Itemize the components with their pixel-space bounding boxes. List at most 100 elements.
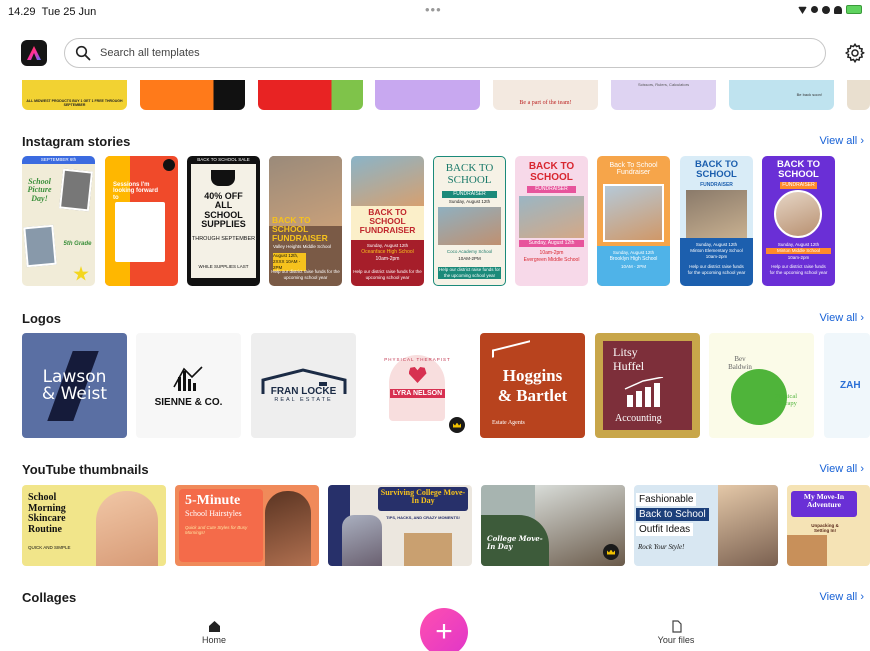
story-time: 10AM - 2PM — [620, 264, 646, 269]
tab-your-files[interactable]: Your files — [636, 620, 716, 645]
thumb-title: 5-Minute — [185, 493, 241, 508]
story-headline: 40% OFF ALL SCHOOL SUPPLIES — [201, 191, 246, 230]
status-time: 14.29 Tue 25 Jun — [8, 6, 97, 18]
logo-text: Huffel — [613, 359, 645, 373]
logo-template-card[interactable]: SIENNE & CO. — [136, 333, 241, 438]
file-icon — [671, 620, 682, 633]
story-template-card[interactable]: BACK TO SCHOOL FUNDRAISER Sunday, August… — [762, 156, 835, 286]
youtube-template-card[interactable]: School Morning Skincare Routine QUICK AN… — [22, 485, 166, 566]
view-all-logos[interactable]: View all › — [820, 312, 864, 324]
thumb-title: School Hairstyles — [185, 509, 242, 518]
youtube-template-card[interactable]: 5-Minute School Hairstyles Quick and Cut… — [175, 485, 319, 566]
story-template-card[interactable]: BACK TO SCHOOL FUNDRAISER Sunday, August… — [680, 156, 753, 286]
growth-chart-icon — [624, 377, 664, 407]
strip-caption: Be a part of the team! — [519, 100, 572, 106]
thumb-title: School Morning Skincare Routine — [28, 492, 66, 535]
app-logo-icon — [27, 46, 41, 60]
story-template-card[interactable]: SEPTEMBER 6th School Picture Day! 5th Gr… — [22, 156, 95, 286]
story-template-card[interactable]: BACK TO SCHOOL FUNDRAISER Sunday, August… — [433, 156, 506, 286]
youtube-template-card[interactable]: My Move-In Adventure Unpacking & Setting… — [787, 485, 870, 566]
section-title-collages: Collages — [22, 590, 77, 605]
logo-template-card[interactable]: FRAN LOCKE REAL ESTATE — [251, 333, 356, 438]
multitask-dots[interactable]: ••• — [425, 2, 442, 17]
thumb-subtitle: Rock Your Style! — [638, 543, 685, 551]
story-time: 10am-2pm — [705, 254, 728, 259]
story-template-card[interactable]: BACK TO SCHOOL FUNDRAISER Valley Heights… — [269, 156, 342, 286]
logo-text: ZAH — [840, 380, 861, 391]
logo-template-card[interactable]: Bev Baldwin Physical Therapy — [709, 333, 814, 438]
logo-template-card[interactable]: Lawson & Weist — [22, 333, 127, 438]
story-subline: FUNDRAISER — [527, 186, 576, 193]
strip-thumb[interactable] — [375, 80, 480, 110]
story-school: Evergreen Middle School — [523, 257, 580, 263]
strip-thumb[interactable]: Be back soon! — [729, 80, 834, 110]
view-all-youtube[interactable]: View all › — [820, 463, 864, 475]
create-button[interactable]: + — [420, 608, 468, 651]
story-date: Sunday, August 12th — [519, 240, 584, 247]
location-icon — [811, 6, 818, 13]
thumb-title: My Move-In Adventure — [803, 492, 845, 509]
story-headline: Sessions I'm looking forward to — [113, 182, 158, 201]
app-logo[interactable] — [21, 40, 47, 66]
search-bar[interactable] — [64, 38, 826, 68]
logo-subtext: REAL ESTATE — [274, 397, 333, 403]
thumb-subtitle: Quick and Cute Styles for Busy Mornings! — [185, 525, 248, 535]
section-title-logos: Logos — [22, 311, 61, 326]
strip-thumb[interactable] — [847, 80, 870, 110]
story-headline: BACK TO SCHOOL — [445, 162, 494, 186]
logo-template-card[interactable]: Litsy Huffel Accounting — [595, 333, 700, 438]
story-footer: Help our district raise funds for the up… — [271, 269, 340, 280]
story-school: Minton Elementary School — [690, 248, 743, 253]
settings-gear-icon[interactable] — [844, 42, 866, 64]
headphones-icon — [834, 5, 842, 14]
logo-template-card[interactable]: PHYSICAL THERAPIST LYRA NELSON — [365, 333, 470, 438]
youtube-template-card[interactable]: Fashionable Back to School Outfit Ideas … — [634, 485, 778, 566]
story-headline: BACK TO SCHOOL FUNDRAISER — [272, 215, 328, 243]
thumb-line: Back to School — [636, 508, 709, 521]
logo-arc-text: PHYSICAL THERAPIST — [384, 357, 451, 362]
system-icons — [798, 5, 862, 14]
story-time: 10AM-2PM — [458, 256, 481, 261]
story-template-card[interactable]: BACK TO SCHOOL SALE 40% OFF ALL SCHOOL S… — [187, 156, 260, 286]
home-icon — [208, 621, 220, 632]
story-template-card[interactable]: BACK TO SCHOOL FUNDRAISER Sunday, August… — [515, 156, 588, 286]
logo-template-card[interactable]: ZAH — [824, 333, 870, 438]
premium-crown-icon — [449, 417, 465, 433]
story-date: Sunday, August 12th — [612, 250, 655, 255]
strip-thumb[interactable] — [258, 80, 363, 110]
wifi-icon — [798, 6, 807, 14]
story-school: Oceanface High School — [361, 249, 414, 255]
story-date: Sunday, August 12th — [448, 199, 491, 204]
strip-thumb[interactable]: ALL MIDWEST PRODUCTS BUY 1 GET 1 FREE TH… — [22, 80, 127, 110]
story-date: August 12th, 2XXX 10AM - 2PM — [273, 253, 306, 271]
strip-thumb[interactable]: Scissors, Rulers, Calculators — [611, 80, 716, 110]
plus-icon: + — [435, 615, 453, 648]
thumb-subtitle: Unpacking & Setting In! — [811, 523, 839, 533]
strip-caption: Be back soon! — [796, 92, 822, 97]
logo-subtext: Estate Agents — [492, 420, 525, 426]
tab-home-label: Home — [201, 635, 226, 645]
logo-subtext: Accounting — [615, 413, 662, 424]
logo-template-card[interactable]: Hoggins & Bartlet Estate Agents — [480, 333, 585, 438]
story-template-card[interactable]: Sessions I'm looking forward to — [105, 156, 178, 286]
story-template-card[interactable]: Back To School Fundraiser Sunday, August… — [597, 156, 670, 286]
bar-chart-icon — [172, 366, 203, 391]
strip-caption: ALL MIDWEST PRODUCTS BUY 1 GET 1 FREE TH… — [26, 99, 123, 107]
view-all-instagram[interactable]: View all › — [820, 135, 864, 147]
moon-icon — [822, 5, 830, 14]
story-time: 10am-2pm — [787, 255, 810, 260]
view-all-collages[interactable]: View all › — [820, 591, 864, 603]
story-footer: Help our district raise funds for the up… — [438, 267, 501, 279]
template-feed[interactable]: ALL MIDWEST PRODUCTS BUY 1 GET 1 FREE TH… — [0, 80, 870, 612]
search-input[interactable] — [100, 47, 700, 59]
strip-thumb[interactable]: Be a part of the team! — [493, 80, 598, 110]
tab-home[interactable]: Home — [174, 620, 254, 645]
story-headline: Back To School Fundraiser — [609, 162, 658, 177]
youtube-template-card[interactable]: College Move-In Day — [481, 485, 625, 566]
strip-thumb[interactable] — [140, 80, 245, 110]
story-headline: BACK TO SCHOOL — [776, 159, 821, 180]
story-date: Sunday, August 12th — [695, 242, 738, 247]
youtube-template-card[interactable]: Surviving College Move-In Day TIPS, HACK… — [328, 485, 472, 566]
story-time: 10am-2pm — [539, 250, 564, 256]
story-template-card[interactable]: BACK TO SCHOOL FUNDRAISER Sunday, August… — [351, 156, 424, 286]
